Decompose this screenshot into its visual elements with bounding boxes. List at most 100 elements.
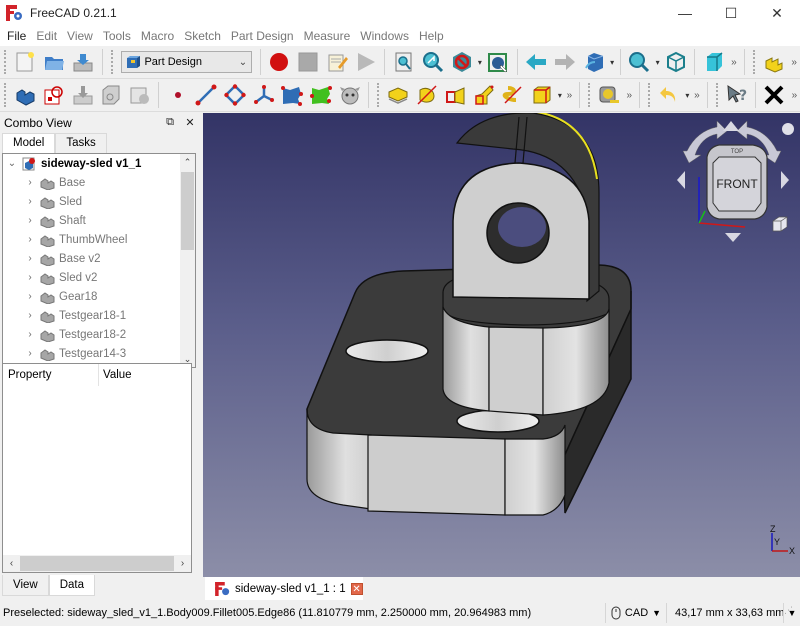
column-header-property[interactable]: Property [3,364,99,386]
menu-sketch[interactable]: Sketch [179,26,226,46]
scroll-thumb[interactable] [181,172,194,250]
view-menu-circle-icon[interactable] [782,123,794,135]
additive-primitive-dropdown-icon[interactable]: ▾ [556,91,564,100]
nav-right-arrow-icon[interactable] [781,171,789,189]
close-tab-icon[interactable]: ✕ [350,582,363,595]
datum-point-icon[interactable] [165,82,190,108]
new-sketch-icon[interactable] [42,82,67,108]
expand-chevron-icon[interactable]: › [23,310,37,321]
dimension-readout[interactable]: 43,17 mm x 33,63 mm ▼ [667,607,796,619]
toolbar-grip[interactable] [715,83,720,107]
nav-down-arrow-icon[interactable] [725,233,741,242]
revolution-icon[interactable] [415,82,440,108]
tree-item[interactable]: › Base [3,173,195,192]
bounding-box-icon[interactable] [486,49,511,75]
measure-icon[interactable] [597,82,622,108]
toolbar-grip[interactable] [4,83,8,107]
tree-item[interactable]: › Base v2 [3,249,195,268]
toolbar-overflow-button[interactable]: » [691,90,702,101]
resize-grip-icon[interactable]: ⋰ [784,605,800,621]
sweep-icon[interactable] [472,82,497,108]
3d-viewport[interactable]: TOP FRONT Z Y X [203,113,800,577]
collapse-chevron-icon[interactable]: ⌄ [5,158,19,169]
tab-data[interactable]: Data [48,575,96,596]
pad-icon[interactable] [386,82,411,108]
menu-view[interactable]: View [62,26,98,46]
tree-item[interactable]: › Testgear18-1 [3,306,195,325]
macro-stop-icon[interactable] [296,49,321,75]
menu-file[interactable]: File [2,26,31,46]
tree-item[interactable]: › Testgear14-3 [3,344,195,363]
datum-line-icon[interactable] [194,82,219,108]
navigation-cube[interactable]: TOP FRONT [665,115,800,247]
clone-object-icon[interactable] [337,82,362,108]
tree-item[interactable]: › Sled v2 [3,268,195,287]
toolbar-grip[interactable] [752,50,757,74]
fit-all-icon[interactable] [391,49,416,75]
menu-measure[interactable]: Measure [299,26,356,46]
menu-part-design[interactable]: Part Design [226,26,299,46]
menu-macro[interactable]: Macro [136,26,179,46]
base-front-face[interactable] [367,434,506,516]
nav-left-arrow-icon[interactable] [677,171,685,189]
toolbar-grip[interactable] [110,50,115,74]
expand-chevron-icon[interactable]: › [23,253,37,264]
menu-edit[interactable]: Edit [31,26,62,46]
nav-back-icon[interactable] [524,49,549,75]
tree-item[interactable]: › Gear18 [3,287,195,306]
view-isometric-icon[interactable] [581,49,606,75]
save-document-icon[interactable] [71,49,96,75]
navigation-style-selector[interactable]: CAD ▼ [606,606,666,620]
scroll-thumb[interactable] [20,556,174,571]
tree-item[interactable]: › Sled [3,192,195,211]
helix-icon[interactable] [501,82,526,108]
base-front-right-face[interactable] [504,424,566,516]
view-box-icon[interactable] [701,49,726,75]
validate-sketch-icon[interactable] [70,82,95,108]
undo-dropdown-icon[interactable]: ▾ [684,91,692,100]
toolbar-overflow-button[interactable]: » [624,90,635,101]
undock-icon[interactable]: ⧉ [162,116,178,129]
tab-model[interactable]: Model [2,133,56,153]
macro-execute-icon[interactable] [354,49,379,75]
new-document-icon[interactable] [13,49,38,75]
open-document-icon[interactable] [42,49,67,75]
tab-view[interactable]: View [2,575,49,596]
column-header-value[interactable]: Value [99,369,132,381]
toolbar-overflow-button[interactable]: » [728,57,739,68]
tree-item[interactable]: › Shaft [3,211,195,230]
base-hole-left[interactable] [345,339,429,363]
draw-style-icon[interactable] [449,49,474,75]
expand-chevron-icon[interactable]: › [23,329,37,340]
scroll-left-icon[interactable]: ‹ [3,555,20,572]
view-axonometric-icon[interactable] [663,49,688,75]
tree-item[interactable]: › ThumbWheel [3,230,195,249]
nav-up-arrow-icon[interactable] [723,121,739,131]
workbench-selector[interactable]: Part Design ⌄ [121,51,252,73]
shape-binder-blue-icon[interactable] [280,82,305,108]
toolbar-grip[interactable] [647,83,652,107]
menu-tools[interactable]: Tools [98,26,136,46]
toolbar-grip[interactable] [4,50,8,74]
document-tab[interactable]: sideway-sled v1_1 : 1 ✕ [205,577,363,600]
tree-vertical-scrollbar[interactable]: ⌃ ⌄ [180,154,195,367]
tree-item[interactable]: › Testgear18-2 [3,325,195,344]
expand-chevron-icon[interactable]: › [23,177,37,188]
undo-icon[interactable] [657,82,682,108]
expand-chevron-icon[interactable]: › [23,291,37,302]
zoom-dropdown-icon[interactable]: ▾ [654,58,662,67]
whats-this-icon[interactable]: ? [724,82,749,108]
toolbar-overflow-button[interactable]: » [788,57,799,68]
scroll-up-icon[interactable]: ⌃ [180,154,195,170]
close-panel-icon[interactable]: ✕ [182,116,198,129]
boss-front-face[interactable] [488,326,544,416]
zoom-icon[interactable] [627,49,652,75]
body-icon[interactable] [13,82,38,108]
close-window-button[interactable]: ✕ [754,0,800,26]
nav-forward-icon[interactable] [552,49,577,75]
expand-chevron-icon[interactable]: › [23,272,37,283]
menu-windows[interactable]: Windows [355,26,414,46]
create-body-icon[interactable] [762,49,787,75]
expand-chevron-icon[interactable]: › [23,215,37,226]
loft-icon[interactable] [443,82,468,108]
